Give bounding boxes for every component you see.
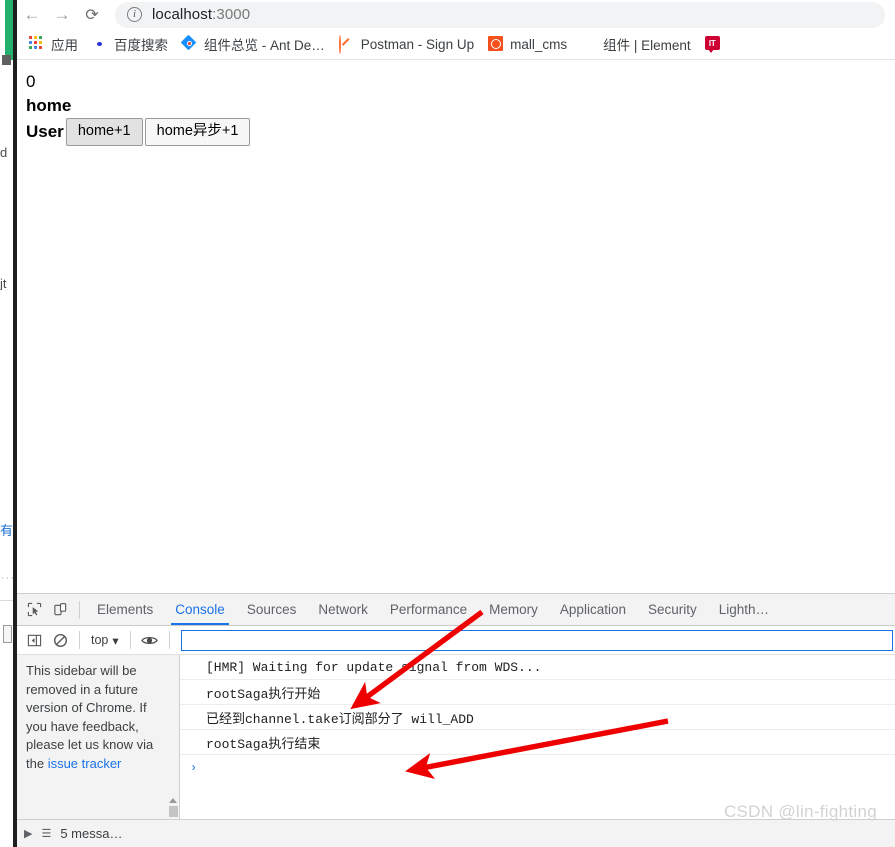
bookmark-label: 百度搜索	[114, 38, 168, 53]
device-toolbar-icon[interactable]	[47, 598, 73, 622]
user-row: User home+1 home异步+1	[26, 118, 895, 146]
background-fragment-box	[3, 625, 12, 643]
toolbar-divider	[168, 631, 170, 649]
bookmark-label: mall_cms	[510, 36, 568, 52]
window-edge-shadow	[13, 0, 17, 847]
element-ui-icon	[581, 36, 597, 52]
console-toolbar: top ▾	[17, 626, 895, 655]
back-icon[interactable]: ←	[17, 2, 47, 28]
expand-triangle-icon[interactable]: ▶	[24, 827, 32, 840]
bookmark-label: 组件 | Element	[603, 38, 691, 53]
tab-security[interactable]: Security	[637, 594, 708, 625]
home-plus-one-button[interactable]: home+1	[65, 118, 143, 146]
bookmark-postman[interactable]: Postman - Sign Up	[332, 32, 481, 56]
mall-cms-icon	[488, 36, 504, 52]
console-message-list: [HMR] Waiting for update signal from WDS…	[180, 655, 895, 819]
ant-design-icon	[180, 34, 198, 52]
page-viewport: 0 home User home+1 home异步+1	[17, 60, 895, 592]
inspect-element-icon[interactable]	[21, 598, 47, 622]
tab-performance[interactable]: Performance	[379, 594, 478, 625]
message-list-icon[interactable]: ☰	[41, 827, 51, 840]
message-count-label: 5 messa…	[60, 826, 123, 841]
scrollbar-thumb[interactable]	[169, 806, 178, 817]
bookmarks-bar: 应用 百度搜索 组件总览 - Ant De… Postman - Sign Up…	[17, 29, 895, 60]
bookmark-label: 应用	[51, 38, 78, 53]
tab-sources[interactable]: Sources	[236, 594, 308, 625]
toolbar-divider	[79, 631, 80, 649]
baidu-icon	[92, 36, 108, 52]
forward-icon[interactable]: →	[47, 2, 77, 28]
browser-toolbar: ← → ⟳ i localhost:3000	[17, 0, 895, 29]
page-info-icon[interactable]: i	[127, 7, 142, 22]
sidebar-deprecation-note: This sidebar will be removed in a future…	[26, 662, 170, 773]
scroll-up-arrow-icon[interactable]	[169, 798, 177, 803]
tab-network[interactable]: Network	[307, 594, 379, 625]
counter-value: 0	[26, 72, 36, 91]
bookmark-baidu-search[interactable]: 百度搜索	[85, 32, 175, 56]
bookmark-ant-design[interactable]: 组件总览 - Ant De…	[175, 32, 332, 56]
bookmark-it-site[interactable]	[698, 32, 734, 56]
console-context-selector[interactable]: top ▾	[86, 633, 124, 648]
user-label: User	[26, 121, 64, 141]
page-heading: home	[26, 96, 72, 116]
url-port: :3000	[212, 6, 251, 23]
bookmark-label: Postman - Sign Up	[360, 36, 475, 52]
background-fragment-icon	[2, 55, 11, 65]
chevron-down-icon: ▾	[112, 633, 119, 648]
console-body: This sidebar will be removed in a future…	[17, 655, 895, 819]
background-window-sliver: d jt 有 ···	[0, 0, 17, 847]
sidebar-note-text: This sidebar will be removed in a future…	[26, 663, 154, 771]
console-sidebar-toggle-icon[interactable]	[21, 628, 47, 652]
background-text-fragment: 有	[0, 524, 13, 537]
home-async-plus-one-button[interactable]: home异步+1	[144, 118, 251, 146]
tab-elements[interactable]: Elements	[86, 594, 164, 625]
issue-tracker-link[interactable]: issue tracker	[48, 756, 122, 771]
address-bar[interactable]: i localhost:3000	[115, 1, 885, 28]
chrome-browser-window: ← → ⟳ i localhost:3000 应用 百度搜索 组件总览 - An…	[17, 0, 895, 847]
tab-memory[interactable]: Memory	[478, 594, 549, 625]
console-sidebar: This sidebar will be removed in a future…	[17, 655, 180, 819]
sidebar-scrollbar[interactable]	[168, 655, 179, 819]
console-message-row: rootSaga执行开始	[180, 680, 895, 705]
bookmark-apps[interactable]: 应用	[22, 32, 85, 56]
apps-grid-icon	[29, 36, 45, 52]
reload-icon[interactable]: ⟳	[77, 2, 107, 28]
background-tab-strip	[5, 0, 13, 60]
url-host: localhost	[152, 6, 213, 23]
devtools-tabbar: Elements Console Sources Network Perform…	[17, 594, 895, 626]
background-text-fragment: ···	[1, 572, 15, 584]
background-divider	[0, 600, 13, 601]
console-prompt-input[interactable]	[180, 629, 893, 651]
background-text-fragment: d	[0, 146, 8, 159]
console-statusbar: ▶ ☰ 5 messa…	[17, 819, 895, 847]
console-input-line[interactable]: ›	[180, 755, 895, 780]
tab-application[interactable]: Application	[549, 594, 637, 625]
bookmark-element-ui[interactable]: 组件 | Element	[574, 32, 698, 56]
console-message-row: [HMR] Waiting for update signal from WDS…	[180, 655, 895, 680]
bookmark-mall-cms[interactable]: mall_cms	[481, 32, 574, 56]
console-message-row: rootSaga执行结束	[180, 730, 895, 755]
clear-console-icon[interactable]	[47, 628, 73, 652]
prompt-chevron-icon: ›	[190, 760, 198, 775]
csdn-watermark: CSDN @lin-fighting	[723, 802, 877, 821]
toolbar-divider	[129, 631, 131, 649]
postman-icon	[338, 35, 355, 54]
address-bar-url: localhost:3000	[152, 6, 250, 23]
console-message-row: 已经到channel.take订阅部分了 will_ADD	[180, 705, 895, 730]
bookmark-label: 组件总览 - Ant De…	[204, 38, 325, 53]
live-expression-icon[interactable]	[137, 628, 163, 652]
background-text-fragment: jt	[0, 277, 7, 290]
context-label: top	[91, 633, 109, 647]
toolbar-divider	[79, 600, 80, 619]
tab-lighthouse[interactable]: Lighth…	[708, 594, 780, 625]
it-badge-icon	[704, 36, 721, 53]
tab-console[interactable]: Console	[164, 594, 236, 625]
